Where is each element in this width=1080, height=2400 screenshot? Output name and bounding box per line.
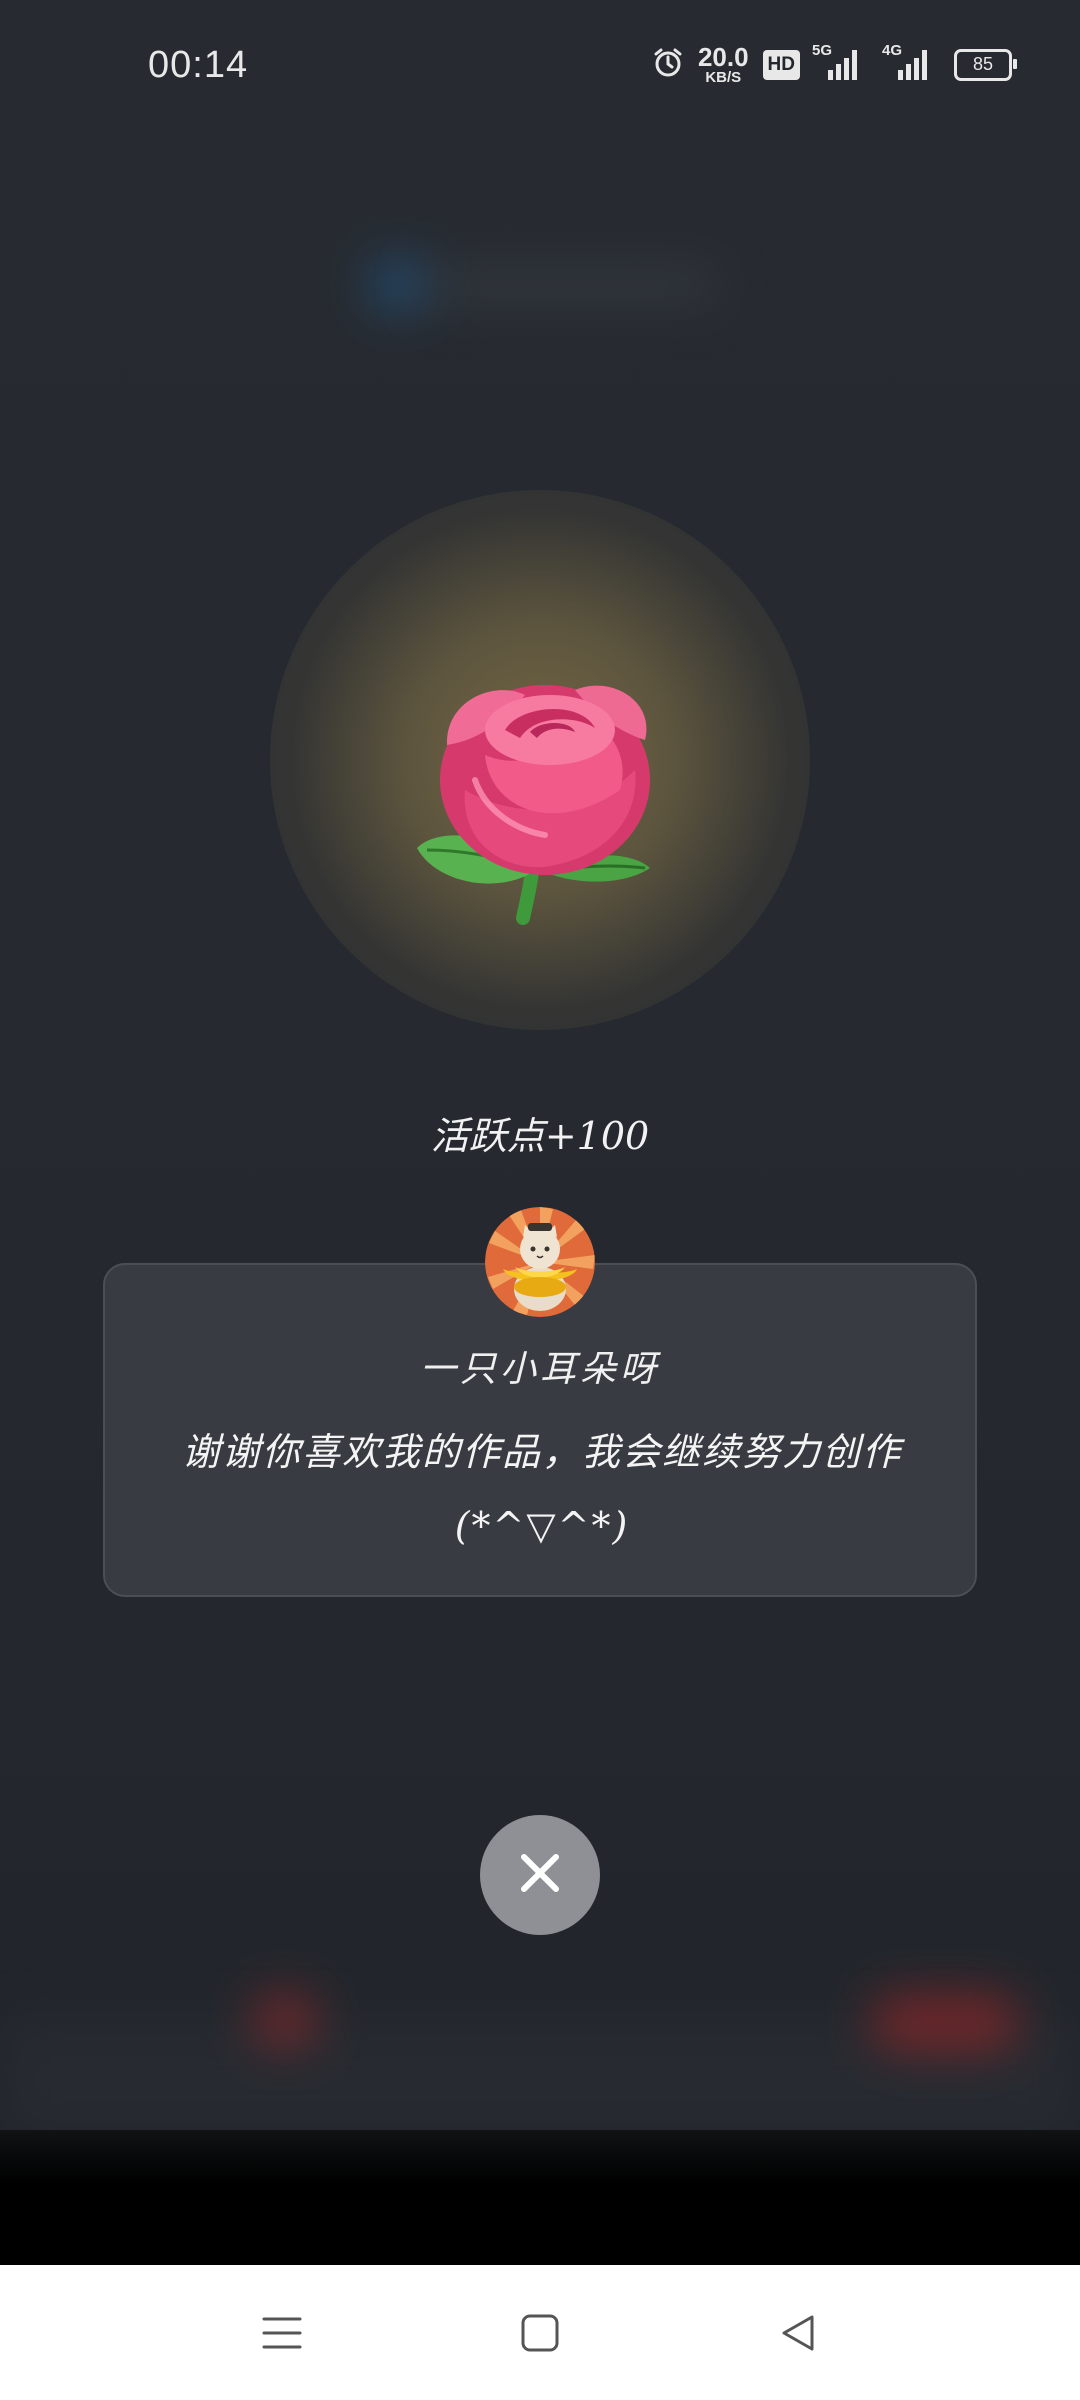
close-icon [516, 1849, 564, 1901]
status-bar: 00:14 20.0 KB/S HD 5G 4G 85 [0, 0, 1080, 130]
active-points-text: 活跃点+100 [430, 1114, 650, 1158]
home-button[interactable] [500, 2295, 580, 2375]
alarm-icon [652, 47, 684, 83]
menu-icon [262, 2313, 302, 2357]
background-blur-red-badge [255, 1995, 315, 2045]
net-speed-value: 20.0 [697, 42, 749, 72]
net-speed: 20.0 KB/S [698, 44, 749, 85]
close-button[interactable] [480, 1815, 600, 1935]
signal-5g-label: 5G [812, 41, 833, 59]
back-icon [778, 2313, 818, 2357]
bottom-black-band [0, 2130, 1080, 2265]
avatar[interactable] [485, 1207, 595, 1317]
home-icon [520, 2313, 560, 2357]
back-button[interactable] [758, 2295, 838, 2375]
system-nav-bar [0, 2265, 1080, 2400]
status-time: 00:14 [148, 44, 249, 86]
signal-5g-icon: 5G [812, 42, 870, 80]
status-icons: 20.0 KB/S HD 5G 4G 85 [652, 42, 1017, 85]
signal-4g-icon: 4G [882, 42, 940, 80]
background-blur-bar [420, 265, 720, 305]
menu-button[interactable] [242, 2295, 322, 2375]
sender-name: 一只小耳朵呀 [419, 1349, 660, 1390]
battery-icon: 85 [954, 48, 1017, 81]
app-screen: 00:14 20.0 KB/S HD 5G 4G 85 活跃点+100 一只小耳… [0, 0, 1080, 2400]
rose-icon [405, 660, 685, 930]
hd-icon: HD [762, 49, 800, 80]
net-speed-unit: KB/S [705, 69, 742, 86]
background-blur-red-button [870, 1995, 1020, 2050]
thanks-message: 谢谢你喜欢我的作品，我会继续努力创作(*^▽^*) [181, 1430, 902, 1548]
battery-level: 85 [972, 54, 994, 74]
signal-4g-label: 4G [882, 41, 903, 59]
